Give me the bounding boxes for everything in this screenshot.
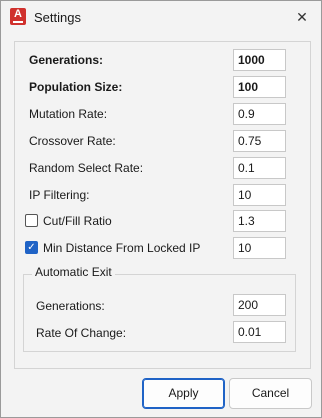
close-icon[interactable]: ✕ [291, 6, 313, 28]
window-title: Settings [34, 10, 81, 25]
title-bar: A Settings ✕ [1, 1, 321, 33]
cancel-button[interactable]: Cancel [229, 378, 312, 409]
cut-fill-ratio-checkbox[interactable] [25, 214, 38, 227]
exit-generations-label: Generations: [36, 299, 105, 313]
settings-dialog: A Settings ✕ Generations: 1000 Populatio… [0, 0, 322, 418]
mutation-rate-label: Mutation Rate: [29, 107, 108, 121]
app-icon-letter: A [14, 8, 22, 20]
min-distance-input[interactable]: 10 [233, 237, 286, 259]
rate-of-change-input[interactable]: 0.01 [233, 321, 286, 343]
random-select-rate-label: Random Select Rate: [29, 161, 144, 175]
generations-label: Generations: [29, 53, 104, 67]
exit-generations-input[interactable]: 200 [233, 294, 286, 316]
mutation-rate-input[interactable]: 0.9 [233, 103, 286, 125]
automatic-exit-legend: Automatic Exit [32, 265, 115, 279]
random-select-rate-input[interactable]: 0.1 [233, 157, 286, 179]
population-size-input[interactable]: 100 [233, 76, 286, 98]
checkmark-icon: ✓ [27, 242, 36, 253]
generations-input[interactable]: 1000 [233, 49, 286, 71]
population-size-label: Population Size: [29, 80, 123, 94]
ip-filtering-input[interactable]: 10 [233, 184, 286, 206]
crossover-rate-input[interactable]: 0.75 [233, 130, 286, 152]
crossover-rate-label: Crossover Rate: [29, 134, 116, 148]
app-logo-icon: A [10, 8, 26, 25]
apply-button[interactable]: Apply [142, 378, 225, 409]
ip-filtering-label: IP Filtering: [29, 188, 90, 202]
cut-fill-ratio-label[interactable]: Cut/Fill Ratio [43, 214, 112, 228]
cut-fill-ratio-input[interactable]: 1.3 [233, 210, 286, 232]
rate-of-change-label: Rate Of Change: [36, 326, 127, 340]
min-distance-checkbox[interactable]: ✓ [25, 241, 38, 254]
min-distance-label[interactable]: Min Distance From Locked IP [43, 241, 200, 255]
